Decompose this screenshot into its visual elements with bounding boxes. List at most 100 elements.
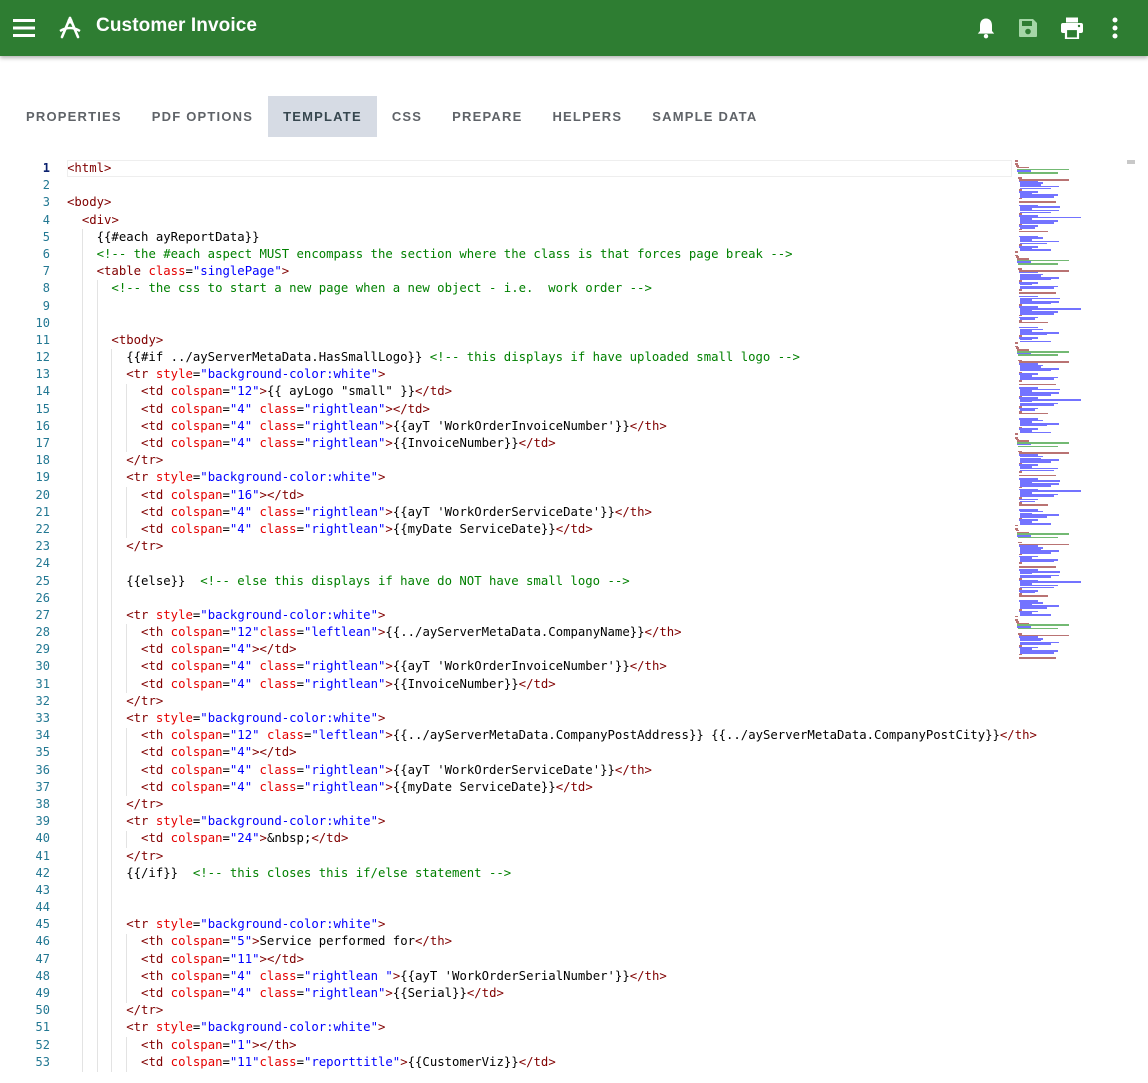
code-token: "reporttitle": [303, 1054, 401, 1069]
tab-css[interactable]: CSS: [377, 96, 437, 137]
minimap-line: [1018, 354, 1059, 356]
code-token: =: [296, 625, 304, 640]
code-token: >: [659, 968, 667, 983]
tab-prepare[interactable]: PREPARE: [437, 96, 537, 137]
tab-helpers[interactable]: HELPERS: [537, 96, 637, 137]
code-token: <tr: [126, 814, 149, 829]
code-token: =: [222, 487, 230, 502]
line-number: 13: [35, 367, 50, 382]
line-number: 32: [35, 693, 50, 708]
minimap-line: [1020, 485, 1051, 487]
tab-template[interactable]: TEMPLATE: [268, 96, 377, 137]
line-number: 4: [42, 212, 50, 227]
code-line: <td colspan="4" class="rightlean">{{myDa…: [67, 779, 1012, 796]
code-token: <!-- this displays if have uploaded smal…: [429, 350, 800, 365]
code-token: <tbody: [111, 332, 156, 347]
code-token: "4": [229, 659, 253, 674]
code-token: =: [222, 642, 230, 657]
tab-bar: PROPERTIES PDF OPTIONS TEMPLATE CSS PREP…: [11, 96, 772, 137]
code-area[interactable]: <html> <body> <div> {{#each ayReportData}…: [67, 160, 1037, 1072]
minimap-line: [1015, 251, 1019, 253]
code-token: >: [585, 779, 593, 794]
code-token: >: [104, 161, 112, 175]
code-line: <table class="singlePage">: [67, 263, 1012, 280]
code-token: </td: [555, 779, 586, 794]
menu-icon[interactable]: [8, 12, 40, 44]
code-line: <tr style="background-color:white">: [67, 813, 1012, 830]
code-token: =: [296, 779, 304, 794]
line-number: 15: [35, 401, 50, 416]
save-icon[interactable]: [1012, 12, 1044, 44]
code-token: "rightlean ": [303, 968, 393, 983]
code-line: <td colspan="24">&nbsp;</td>: [67, 830, 1012, 847]
code-token: <td: [141, 642, 164, 657]
minimap-line: [1019, 321, 1048, 324]
code-line: <tr style="background-color:white">: [67, 366, 1012, 383]
code-token: >: [155, 539, 164, 554]
code-token: {{ayT 'WorkOrderServiceDate'}}: [392, 504, 615, 519]
code-line: <tr style="background-color:white">: [67, 1019, 1012, 1036]
code-token: </td: [518, 676, 549, 691]
tab-properties[interactable]: PROPERTIES: [11, 96, 137, 137]
minimap[interactable]: [1015, 160, 1130, 660]
minimap-line: [1020, 313, 1054, 315]
minimap-line: [1020, 333, 1047, 336]
code-token: >: [548, 1054, 556, 1069]
code-token: >: [377, 1020, 386, 1035]
tab-pdf-options[interactable]: PDF OPTIONS: [137, 96, 268, 137]
code-line: <td colspan="11"class="reporttitle">{{Cu…: [67, 1054, 1012, 1071]
code-editor[interactable]: 1 2 3 4 5 6 7 8 9 10 11 12 13 14 15 16 17 18 19 20 21 22 23 24 2…: [0, 160, 1148, 1083]
code-token: >: [252, 934, 260, 949]
minimap-line: [1019, 230, 1048, 233]
code-line: <td colspan="4"></td>: [67, 744, 1012, 761]
code-token: {{myDate ServiceDate}}: [392, 521, 556, 536]
vertical-scrollbar[interactable]: [1127, 160, 1135, 164]
minimap-line: [1019, 292, 1057, 295]
code-token: =: [222, 436, 230, 450]
code-token: </td: [466, 986, 497, 1000]
code-token: {{ayT 'WorkOrderSerialNumber'}}: [400, 968, 630, 983]
code-token: </tr: [126, 693, 156, 708]
code-token: colspan: [170, 779, 223, 794]
code-token: colspan: [170, 504, 223, 519]
code-token: >: [377, 367, 386, 382]
code-token: >: [377, 814, 386, 829]
code-token: =: [222, 968, 230, 983]
tab-sample-data[interactable]: SAMPLE DATA: [637, 96, 772, 137]
minimap-line: [1019, 504, 1048, 506]
code-token: Service performed for: [259, 934, 416, 949]
code-token: =: [296, 986, 304, 1000]
code-token: colspan: [170, 762, 223, 777]
minimap-line: [1020, 522, 1051, 525]
code-token: >: [385, 504, 393, 519]
code-line: <tbody>: [67, 332, 1012, 349]
line-number: 33: [35, 711, 50, 725]
code-token: </th: [629, 659, 660, 674]
line-number: 47: [35, 951, 50, 966]
code-token: "4": [229, 986, 253, 1000]
code-token: >: [385, 728, 393, 743]
code-token: colspan: [170, 951, 223, 966]
code-token: colspan: [170, 487, 223, 502]
code-token: class: [259, 968, 297, 983]
code-token: <tr: [126, 607, 149, 622]
code-line: <th colspan="12"class="leftlean">{{../ay…: [67, 624, 1012, 641]
code-line: <td colspan="4" class="rightlean">{{Invo…: [67, 676, 1012, 693]
bell-icon[interactable]: [970, 12, 1002, 44]
code-token: style: [155, 470, 193, 485]
minimap-line: [1020, 643, 1051, 645]
code-token: {{InvoiceNumber}}: [392, 676, 519, 691]
minimap-line: [1019, 289, 1022, 291]
code-token: =: [296, 676, 304, 691]
print-icon[interactable]: [1056, 12, 1088, 44]
code-token: >: [385, 521, 393, 536]
code-token: "background-color:white": [200, 607, 378, 622]
code-token: <table: [96, 264, 142, 279]
more-vert-icon[interactable]: [1099, 12, 1131, 44]
line-number: 11: [35, 332, 50, 347]
